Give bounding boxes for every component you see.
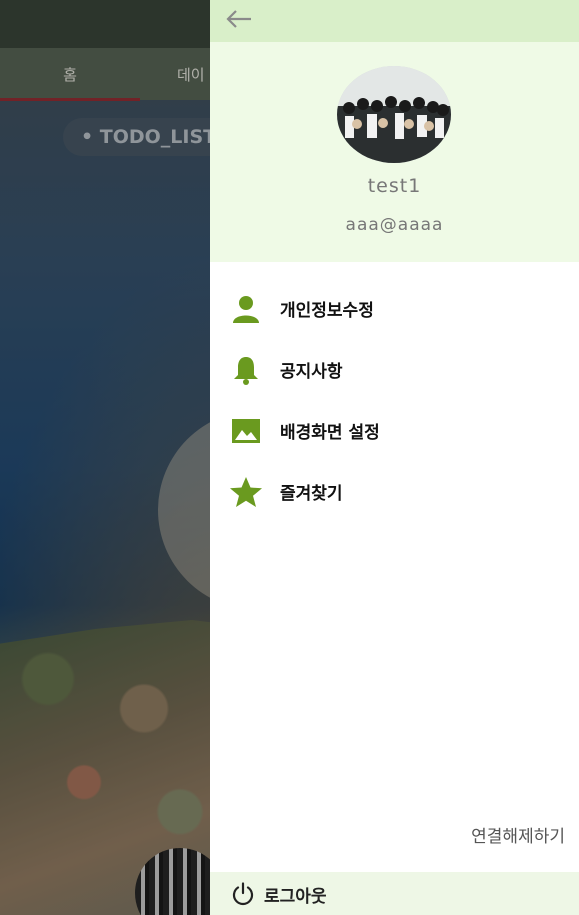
arrow-left-icon bbox=[226, 10, 251, 28]
menu-item-wallpaper-settings[interactable]: 배경화면 설정 bbox=[210, 400, 579, 461]
disconnect-button[interactable]: 연결해제하기 bbox=[471, 822, 565, 847]
drawer-bottom-bar: 로그아웃 bbox=[210, 872, 579, 915]
drawer-top-bar bbox=[210, 0, 579, 42]
back-button[interactable] bbox=[224, 4, 254, 34]
image-icon bbox=[228, 413, 264, 449]
menu-item-label: 공지사항 bbox=[280, 362, 343, 382]
power-icon bbox=[232, 882, 254, 906]
profile-email: aaa@aaaa bbox=[345, 215, 444, 235]
menu-item-notices[interactable]: 공지사항 bbox=[210, 339, 579, 400]
navigation-drawer: test1 aaa@aaaa 개인정보수정 공지사항 배경화면 설정 즐겨찾기 … bbox=[210, 0, 579, 915]
menu-item-label: 즐겨찾기 bbox=[280, 484, 343, 504]
profile-header: test1 aaa@aaaa bbox=[210, 42, 579, 262]
bell-icon bbox=[228, 352, 264, 388]
profile-avatar[interactable] bbox=[337, 66, 451, 163]
menu-item-label: 개인정보수정 bbox=[280, 301, 374, 321]
drawer-menu: 개인정보수정 공지사항 배경화면 설정 즐겨찾기 bbox=[210, 278, 579, 522]
logout-label: 로그아웃 bbox=[264, 886, 327, 907]
person-icon bbox=[228, 291, 264, 327]
star-icon bbox=[228, 474, 264, 510]
menu-item-edit-profile[interactable]: 개인정보수정 bbox=[210, 278, 579, 339]
menu-item-label: 배경화면 설정 bbox=[280, 423, 380, 443]
menu-item-favorites[interactable]: 즐겨찾기 bbox=[210, 461, 579, 522]
profile-name: test1 bbox=[367, 175, 422, 197]
logout-button[interactable]: 로그아웃 bbox=[230, 878, 327, 910]
